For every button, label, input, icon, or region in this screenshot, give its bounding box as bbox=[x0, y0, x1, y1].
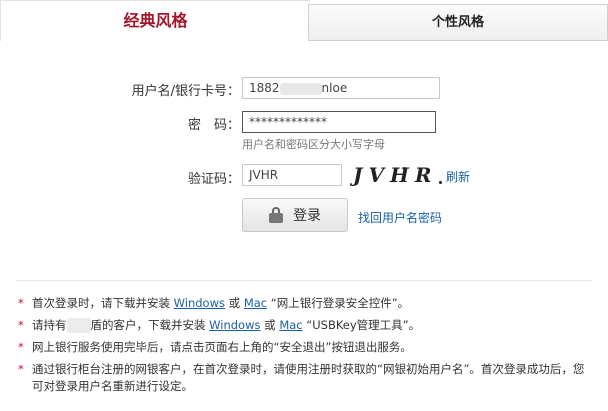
notice-text: “网上银行登录安全控件”。 bbox=[267, 296, 410, 310]
captcha-image: JVHR bbox=[353, 163, 442, 187]
username-value-prefix: 1882 bbox=[249, 81, 280, 95]
captcha-noise-dot bbox=[403, 167, 406, 170]
masked-text bbox=[66, 318, 91, 333]
style-tabs: 经典风格 个性风格 bbox=[0, 0, 608, 41]
tab-personal-style[interactable]: 个性风格 bbox=[308, 4, 608, 41]
notice-text: 首次登录时，请下载并安装 bbox=[32, 296, 174, 310]
windows-download-link[interactable]: Windows bbox=[174, 296, 225, 310]
notice-text: 请持有 bbox=[32, 318, 67, 332]
username-field[interactable]: 1882 nloe bbox=[242, 77, 440, 99]
notice-text: 或 bbox=[225, 296, 244, 310]
asterisk-icon: * bbox=[18, 362, 24, 376]
captcha-input[interactable]: JVHR bbox=[242, 164, 342, 186]
notice-text: 网上银行服务使用完毕后，请点击页面右上角的“安全退出”按钮退出服务。 bbox=[32, 340, 412, 354]
login-button[interactable]: 登录 bbox=[242, 198, 348, 232]
notice-text: 或 bbox=[260, 318, 280, 332]
asterisk-icon: * bbox=[18, 318, 24, 332]
lock-icon bbox=[269, 207, 283, 223]
asterisk-icon: * bbox=[18, 340, 24, 354]
username-label: 用户名/银行卡号： bbox=[131, 84, 240, 99]
notice-item: * 网上银行服务使用完毕后，请点击页面右上角的“安全退出”按钮退出服务。 bbox=[18, 336, 592, 358]
asterisk-icon: * bbox=[18, 296, 24, 310]
notice-item: * 通过银行柜台注册的网银客户，在首次登录时，请使用注册时获取的“网银初始用户名… bbox=[18, 358, 592, 395]
tab-divider bbox=[308, 40, 608, 41]
mac-usbkey-link[interactable]: Mac bbox=[279, 318, 302, 332]
password-field[interactable]: ************* bbox=[242, 111, 436, 133]
forgot-credentials-link[interactable]: 找回用户名密码 bbox=[358, 209, 442, 226]
tab-classic-style[interactable]: 经典风格 bbox=[0, 0, 310, 41]
section-divider bbox=[16, 280, 592, 281]
notice-list: * 首次登录时，请下载并安装 Windows 或 Mac “网上银行登录安全控件… bbox=[18, 292, 592, 395]
notice-text: 盾的客户，下载并安装 bbox=[90, 318, 210, 332]
windows-usbkey-link[interactable]: Windows bbox=[209, 318, 260, 332]
notice-item: * 首次登录时，请下载并安装 Windows 或 Mac “网上银行登录安全控件… bbox=[18, 292, 592, 314]
username-masked-segment bbox=[279, 82, 322, 95]
notice-item: * 请持有 盾的客户，下载并安装 Windows 或 Mac “USBKey管理工… bbox=[18, 314, 592, 336]
notice-text: “USBKey管理工具”。 bbox=[302, 318, 421, 332]
password-label: 密 码： bbox=[187, 118, 240, 133]
username-value-suffix: nloe bbox=[321, 81, 348, 95]
captcha-image-text: JVHR bbox=[353, 163, 438, 187]
mac-download-link[interactable]: Mac bbox=[244, 296, 267, 310]
case-sensitive-hint: 用户名和密码区分大小写字母 bbox=[242, 138, 385, 151]
notice-text: 通过银行柜台注册的网银客户，在首次登录时，请使用注册时获取的“网银初始用户名”。… bbox=[32, 362, 585, 393]
refresh-captcha-link[interactable]: 刷新 bbox=[446, 168, 470, 185]
captcha-noise-dot bbox=[439, 181, 442, 184]
login-button-label: 登录 bbox=[293, 208, 321, 224]
captcha-label: 验证码： bbox=[187, 172, 240, 187]
